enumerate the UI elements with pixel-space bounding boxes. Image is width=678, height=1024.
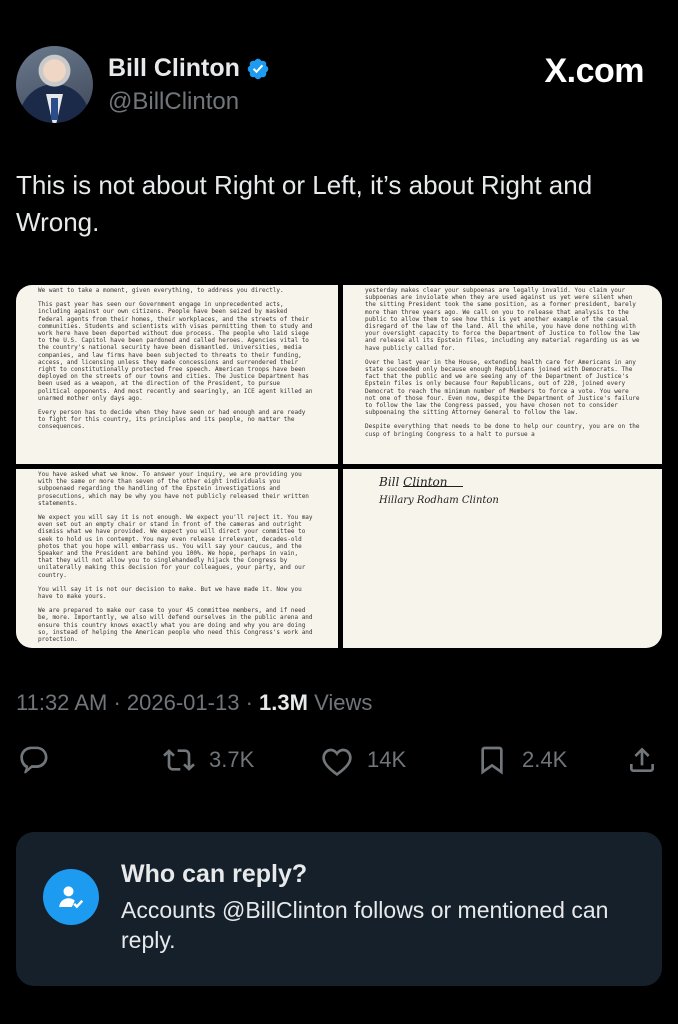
signature-hillary: Hillary Rodham Clinton — [379, 495, 499, 506]
letter-page-2[interactable]: yesterday makes clear your subpoenas are… — [343, 285, 662, 464]
author-handle[interactable]: @BillClinton — [108, 88, 239, 116]
letter-paragraph: We are prepared to make our case to your… — [38, 607, 313, 644]
reply-settings-title: Who can reply? — [121, 860, 308, 888]
meta-separator: · — [245, 690, 253, 715]
letter-paragraph: We expect you will say it is not enough.… — [38, 514, 313, 579]
meta-separator: · — [113, 690, 121, 715]
author-name-row: Bill Clinton — [108, 54, 270, 83]
brand-watermark: X.com — [544, 52, 644, 90]
like-icon — [322, 748, 352, 776]
reply-button[interactable] — [18, 744, 50, 776]
tweet-text: This is not about Right or Left, it’s ab… — [16, 170, 593, 237]
like-count: 14K — [367, 747, 407, 772]
reply-settings-card: Who can reply? Accounts @BillClinton fol… — [16, 832, 662, 986]
bookmark-button[interactable]: 2.4K — [476, 744, 567, 776]
letter-paragraph: Over the last year in the House, extendi… — [365, 358, 640, 417]
letter-page-1[interactable]: We want to take a moment, given everythi… — [16, 285, 338, 464]
verified-badge-icon — [247, 58, 269, 79]
tweet-header: Bill Clinton @BillClinton X.com — [16, 44, 662, 124]
tweet-actions: 3.7K 14K 2.4K — [16, 744, 662, 784]
retweet-count: 3.7K — [209, 747, 255, 772]
reply-settings-icon — [43, 869, 99, 925]
share-button[interactable] — [626, 744, 658, 776]
letter-paragraph: This past year has seen our Government e… — [38, 301, 313, 402]
author-avatar[interactable] — [16, 46, 93, 123]
bookmark-count: 2.4K — [522, 747, 568, 772]
signature-line — [403, 486, 463, 487]
tweet-time[interactable]: 11:32 AM — [16, 690, 107, 715]
tweet-media-grid[interactable]: We want to take a moment, given everythi… — [16, 285, 662, 648]
retweet-icon — [163, 749, 195, 771]
letter-paragraph: We want to take a moment, given everythi… — [38, 287, 284, 294]
letter-paragraph: You have asked what we know. To answer y… — [38, 471, 309, 507]
reply-settings-description: Accounts @BillClinton follows or mention… — [121, 897, 609, 953]
letter-page-4[interactable]: Bill Clinton Hillary Rodham Clinton — [343, 469, 662, 648]
letter-paragraph: Every person has to decide when they hav… — [38, 409, 306, 431]
letter-page-3[interactable]: You have asked what we know. To answer y… — [16, 469, 338, 648]
share-icon — [630, 747, 654, 772]
author-name[interactable]: Bill Clinton — [108, 54, 240, 83]
letter-paragraph: You will say it is not our decision to m… — [38, 585, 302, 601]
tweet-date[interactable]: 2026-01-13 — [127, 690, 240, 715]
tweet-meta: 11:32 AM · 2026-01-13 · 1.3M Views — [16, 690, 372, 716]
bookmark-icon — [481, 746, 503, 775]
like-button[interactable]: 14K — [321, 744, 406, 776]
letter-paragraph: yesterday makes clear your subpoenas are… — [365, 287, 640, 352]
views-label: Views — [314, 690, 373, 715]
reply-icon — [20, 746, 48, 774]
letter-paragraph: Despite everything that needs to be done… — [365, 423, 640, 438]
views-count: 1.3M — [259, 690, 308, 715]
retweet-button[interactable]: 3.7K — [163, 744, 254, 776]
